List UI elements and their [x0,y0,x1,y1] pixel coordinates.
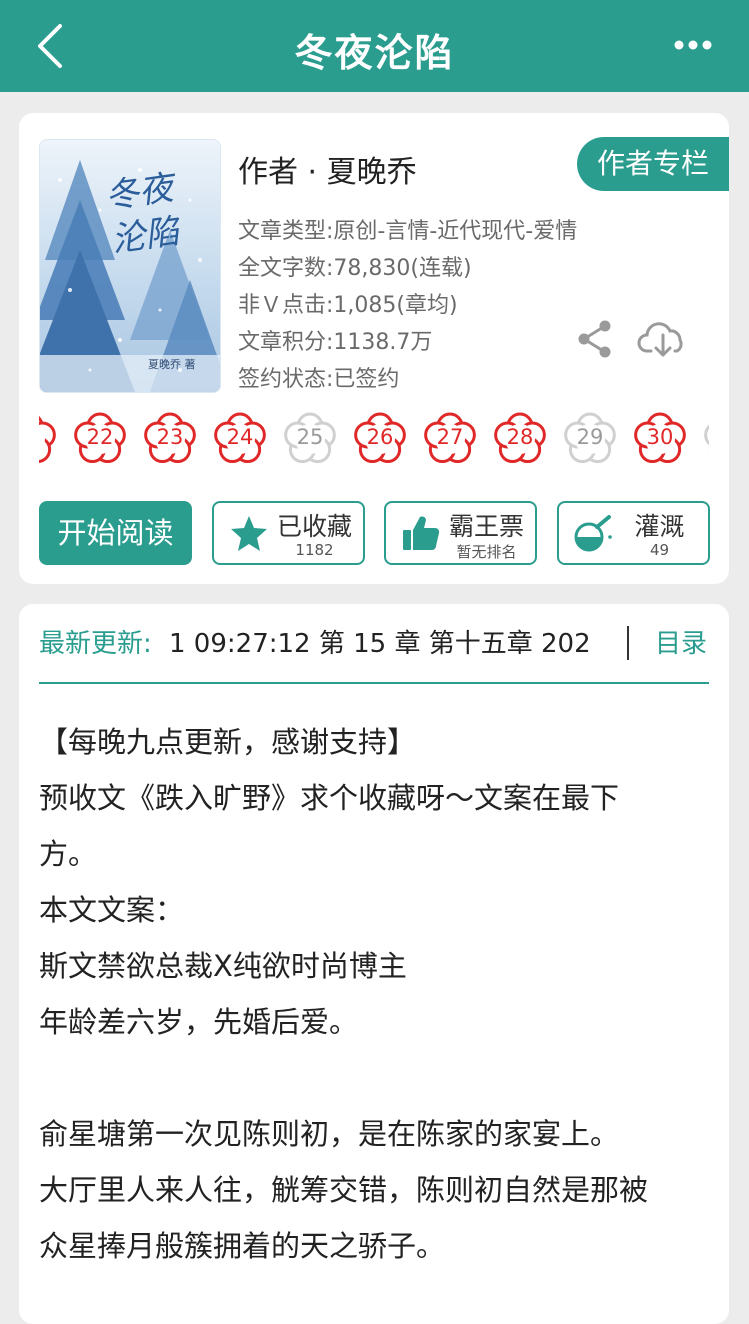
flower-chapter-icon[interactable]: 22 [69,407,131,469]
latest-update-label: 最新更新: [39,629,152,659]
flower-chapter-number: 22 [86,425,114,449]
meta-sign-status: 签约状态:已签约 [238,367,400,392]
book-description: 【每晚九点更新，感谢支持】 预收文《跌入旷野》求个收藏呀～文案在最下 方。 本文… [39,714,689,1274]
description-card: 最新更新: 1 09:27:12 第 15 章 第十五章 202 目录 【每晚九… [19,604,729,1324]
flower-chapter-icon[interactable] [699,407,709,469]
nutrient-label: 灌溉 [634,512,685,541]
flower-chapter-icon[interactable]: 28 [489,407,551,469]
watering-bottle-icon [573,513,615,553]
page-title: 冬夜沦陷 [294,31,455,75]
divider [627,626,629,660]
flower-chapter-icon[interactable] [39,407,61,469]
description-line: 本文文案： [39,893,185,927]
more-icon[interactable] [673,30,713,60]
flower-chapter-icon[interactable]: 23 [139,407,201,469]
flower-chapter-number: 27 [436,425,464,449]
meta-word-count: 全文字数:78,830(连载) [238,256,472,281]
latest-update-marquee[interactable]: 1 09:27:12 第 15 章 第十五章 202 [169,624,589,664]
description-line: 大厅里人来人往，觥筹交错，陈则初自然是那被 [39,1173,649,1207]
star-icon [228,513,270,553]
flower-chapter-icon[interactable]: 27 [419,407,481,469]
favorite-label: 已收藏 [276,512,352,541]
flower-chapter-number: 25 [296,425,324,449]
vote-rank: 暂无排名 [456,543,517,561]
cloud-download-icon[interactable] [637,317,689,361]
flower-chapter-icon[interactable]: 30 [629,407,691,469]
description-line: 方。 [39,837,98,871]
description-line [39,1050,689,1106]
book-cover[interactable]: 冬夜沦陷 夏晚乔 著 [39,139,221,393]
flower-chapter-number: 26 [366,425,394,449]
cover-author: 夏晚乔 著 [148,358,196,371]
flower-rating-strip: 22 23 24 25 26 27 28 29 30 [39,403,709,475]
meta-genre: 文章类型:原创-言情-近代现代-爱情 [238,219,578,244]
latest-update-row: 最新更新: 1 09:27:12 第 15 章 第十五章 202 目录 [39,624,709,684]
favorite-button[interactable]: 已收藏 1182 [212,501,365,565]
description-line: 斯文禁欲总裁X纯欲时尚博主 [39,949,407,983]
flower-chapter-icon[interactable]: 24 [209,407,271,469]
thumbs-up-icon [400,513,442,553]
meta-score: 文章积分:1138.7万 [238,330,433,355]
flower-chapter-icon[interactable]: 29 [559,407,621,469]
meta-clicks: 非Ｖ点击:1,085(章均) [238,293,458,318]
favorite-count: 1182 [295,541,334,559]
overlord-vote-button[interactable]: 霸王票 暂无排名 [384,501,537,565]
book-info-card: 冬夜沦陷 夏晚乔 著 作者 · 夏晚乔 作者专栏 文章类型:原创-言情-近代现代… [19,113,729,584]
flower-chapter-number: 28 [506,425,534,449]
description-line: 预收文《跌入旷野》求个收藏呀～文案在最下 [39,781,620,815]
description-line: 【每晚九点更新，感谢支持】 [39,725,417,759]
flower-chapter-icon[interactable]: 26 [349,407,411,469]
nutrient-button[interactable]: 灌溉 49 [557,501,710,565]
start-reading-button[interactable]: 开始阅读 [39,501,192,565]
description-line: 众星捧月般簇拥着的天之骄子。 [39,1229,446,1263]
nutrient-count: 49 [649,541,670,559]
author-name[interactable]: 作者 · 夏晚乔 [238,147,417,191]
flower-chapter-number: 30 [646,425,674,449]
top-bar: 冬夜沦陷 [0,0,749,92]
table-of-contents-link[interactable]: 目录 [655,624,707,664]
flower-chapter-number: 24 [226,425,254,449]
cover-title: 冬夜沦陷 [102,167,182,261]
description-line: 俞星塘第一次见陈则初，是在陈家的家宴上。 [39,1117,620,1151]
flower-chapter-icon[interactable]: 25 [279,407,341,469]
description-line: 年龄差六岁，先婚后爱。 [39,1005,359,1039]
author-column-button[interactable]: 作者专栏 [577,137,729,191]
share-icon[interactable] [575,319,615,359]
flower-chapter-number: 29 [576,425,604,449]
flower-chapter-number: 23 [156,425,184,449]
vote-label: 霸王票 [448,512,524,541]
